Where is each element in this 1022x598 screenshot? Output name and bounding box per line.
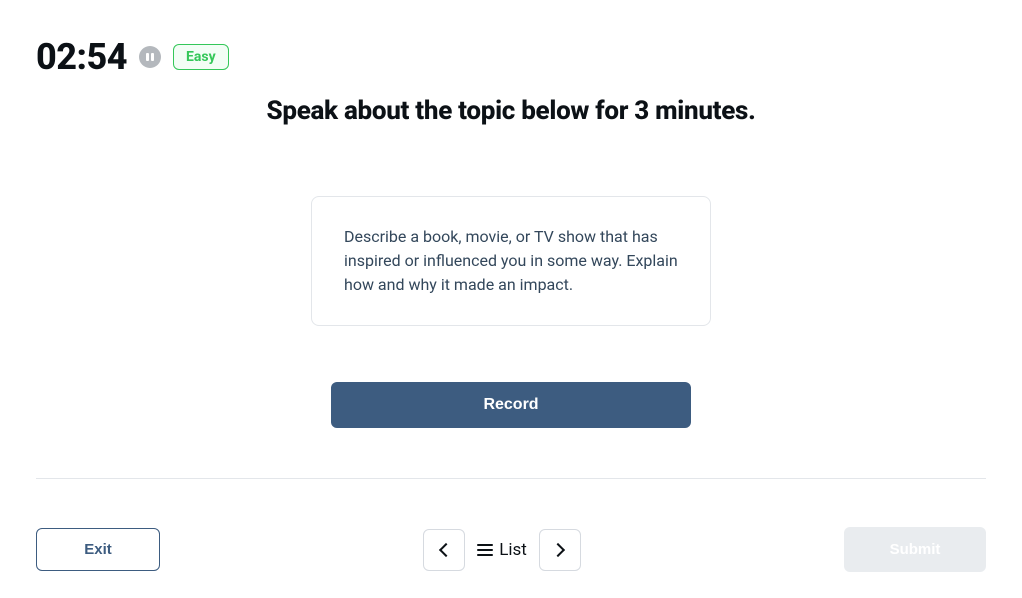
- main-area: Speak about the topic below for 3 minute…: [36, 78, 986, 479]
- list-indicator[interactable]: List: [477, 540, 527, 560]
- prev-button[interactable]: [423, 529, 465, 571]
- record-button[interactable]: Record: [331, 382, 691, 428]
- header-row: 02:54 Easy: [36, 36, 986, 78]
- prompt-text: Describe a book, movie, or TV show that …: [344, 225, 678, 297]
- list-label: List: [499, 540, 527, 560]
- exit-button[interactable]: Exit: [36, 528, 160, 571]
- nav-group: List: [423, 529, 581, 571]
- footer: Exit List Submit: [36, 479, 986, 572]
- list-icon: [477, 544, 493, 556]
- difficulty-badge: Easy: [173, 44, 229, 70]
- chevron-left-icon: [439, 542, 453, 556]
- next-button[interactable]: [539, 529, 581, 571]
- pause-icon[interactable]: [139, 46, 161, 68]
- chevron-right-icon: [551, 542, 565, 556]
- submit-button: Submit: [844, 527, 986, 572]
- prompt-card: Describe a book, movie, or TV show that …: [311, 196, 711, 326]
- instruction-title: Speak about the topic below for 3 minute…: [267, 96, 756, 126]
- timer-value: 02:54: [36, 36, 127, 78]
